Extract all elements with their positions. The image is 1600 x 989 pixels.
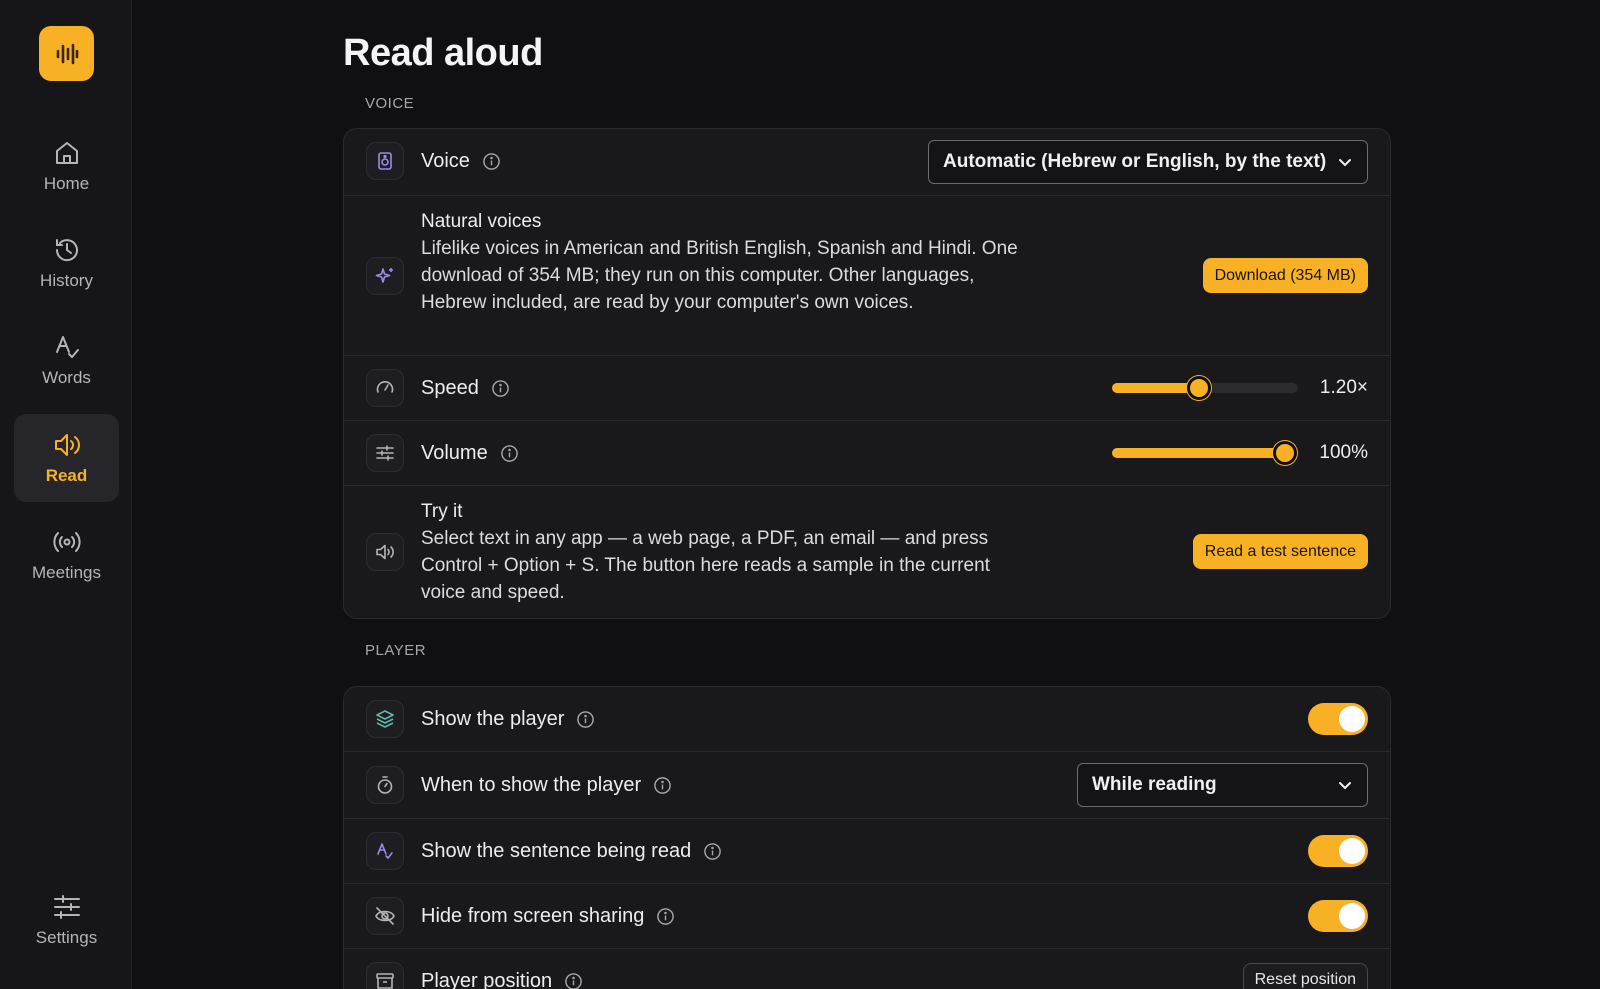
show-sentence-title: Show the sentence being read xyxy=(421,840,722,863)
try-it-row: Try it Select text in any app — a web pa… xyxy=(344,486,1390,618)
sidebar-item-label: Meetings xyxy=(32,563,101,582)
info-icon[interactable] xyxy=(653,776,672,795)
info-icon[interactable] xyxy=(703,842,722,861)
volume-row: Volume 100% xyxy=(344,421,1390,486)
when-to-show-select[interactable]: While reading xyxy=(1077,763,1368,807)
eye-off-icon xyxy=(366,897,404,935)
info-icon[interactable] xyxy=(656,907,675,926)
show-player-row: Show the player xyxy=(344,687,1390,752)
speaker-icon xyxy=(366,533,404,571)
volume-slider[interactable] xyxy=(1112,441,1298,465)
timer-icon xyxy=(366,766,404,804)
speed-value: 1.20× xyxy=(1319,377,1368,398)
reset-position-button[interactable]: Reset position xyxy=(1242,963,1368,989)
voice-title: Voice xyxy=(421,150,501,173)
slider-thumb[interactable] xyxy=(1187,376,1212,400)
natural-voices-text: Natural voices Lifelike voices in Americ… xyxy=(421,208,1021,316)
sidebar-item-label: Read xyxy=(45,466,88,485)
hide-sharing-title: Hide from screen sharing xyxy=(421,905,675,928)
sidebar: Home History Words Read Meetings Setting… xyxy=(0,0,132,989)
layers-icon xyxy=(366,700,404,738)
natural-voices-title: Natural voices xyxy=(421,211,542,232)
sidebar-item-words[interactable]: Words xyxy=(14,316,119,404)
sliders-icon xyxy=(366,434,404,472)
speed-row: Speed 1.20× xyxy=(344,356,1390,421)
info-icon[interactable] xyxy=(500,444,519,463)
chevron-down-icon xyxy=(1339,782,1351,790)
waveform-icon xyxy=(56,43,78,64)
hide-sharing-toggle[interactable] xyxy=(1308,900,1368,932)
player-position-title: Player position xyxy=(421,970,583,989)
volume-title: Volume xyxy=(421,442,519,465)
player-position-row: Player position Reset position xyxy=(344,949,1390,989)
speed-title: Speed xyxy=(421,377,510,400)
archive-icon xyxy=(366,962,404,989)
home-icon xyxy=(55,142,78,164)
natural-voices-description: Lifelike voices in American and British … xyxy=(421,238,1018,313)
section-label-player: PLAYER xyxy=(365,642,427,659)
sidebar-item-label: History xyxy=(40,271,93,290)
sidebar-item-settings[interactable]: Settings xyxy=(14,876,119,964)
sidebar-item-history[interactable]: History xyxy=(14,219,119,307)
download-button[interactable]: Download (354 MB) xyxy=(1202,258,1368,293)
voice-card: Voice Automatic (Hebrew or English, by t… xyxy=(343,128,1391,619)
show-sentence-toggle[interactable] xyxy=(1308,835,1368,867)
voice-select[interactable]: Automatic (Hebrew or English, by the tex… xyxy=(928,140,1368,184)
sliders-icon xyxy=(53,895,80,919)
try-it-text: Try it Select text in any app — a web pa… xyxy=(421,498,1031,606)
player-card: Show the player When to show the player xyxy=(343,686,1391,989)
app-logo[interactable] xyxy=(39,26,94,81)
volume-value: 100% xyxy=(1319,442,1368,463)
when-to-show-row: When to show the player While reading xyxy=(344,752,1390,819)
page-title: Read aloud xyxy=(343,32,543,74)
hide-sharing-row: Hide from screen sharing xyxy=(344,884,1390,949)
show-player-toggle[interactable] xyxy=(1308,703,1368,735)
show-sentence-row: Show the sentence being read xyxy=(344,819,1390,884)
sidebar-item-label: Words xyxy=(42,368,91,387)
gauge-icon xyxy=(366,369,404,407)
sidebar-item-read[interactable]: Read xyxy=(14,414,119,502)
info-icon[interactable] xyxy=(576,710,595,729)
sidebar-item-home[interactable]: Home xyxy=(14,122,119,210)
slider-thumb[interactable] xyxy=(1272,441,1297,465)
when-to-show-title: When to show the player xyxy=(421,774,672,797)
slider-fill xyxy=(1112,383,1200,393)
speaker-box-icon xyxy=(366,142,404,180)
try-it-title: Try it xyxy=(421,501,463,522)
info-icon[interactable] xyxy=(482,152,501,171)
history-icon xyxy=(55,239,78,262)
speed-slider[interactable] xyxy=(1112,376,1298,400)
toggle-knob xyxy=(1339,838,1365,864)
try-it-description: Select text in any app — a web page, a P… xyxy=(421,528,990,603)
speaker-icon xyxy=(54,434,80,456)
chevron-down-icon xyxy=(1339,159,1351,167)
spell-check-icon xyxy=(366,832,404,870)
slider-fill xyxy=(1112,448,1285,458)
sidebar-item-label: Home xyxy=(43,174,90,193)
broadcast-icon xyxy=(52,532,81,552)
sparkle-icon xyxy=(366,257,404,295)
voice-row: Voice Automatic (Hebrew or English, by t… xyxy=(344,129,1390,196)
natural-voices-row: Natural voices Lifelike voices in Americ… xyxy=(344,196,1390,356)
spell-check-icon xyxy=(55,336,79,358)
section-label-voice: VOICE xyxy=(365,95,415,112)
toggle-knob xyxy=(1339,903,1365,929)
info-icon[interactable] xyxy=(564,972,583,989)
sidebar-item-meetings[interactable]: Meetings xyxy=(14,511,119,599)
show-player-title: Show the player xyxy=(421,708,595,731)
info-icon[interactable] xyxy=(491,379,510,398)
read-test-sentence-button[interactable]: Read a test sentence xyxy=(1192,534,1368,569)
sidebar-item-label: Settings xyxy=(35,928,98,947)
toggle-knob xyxy=(1339,706,1365,732)
